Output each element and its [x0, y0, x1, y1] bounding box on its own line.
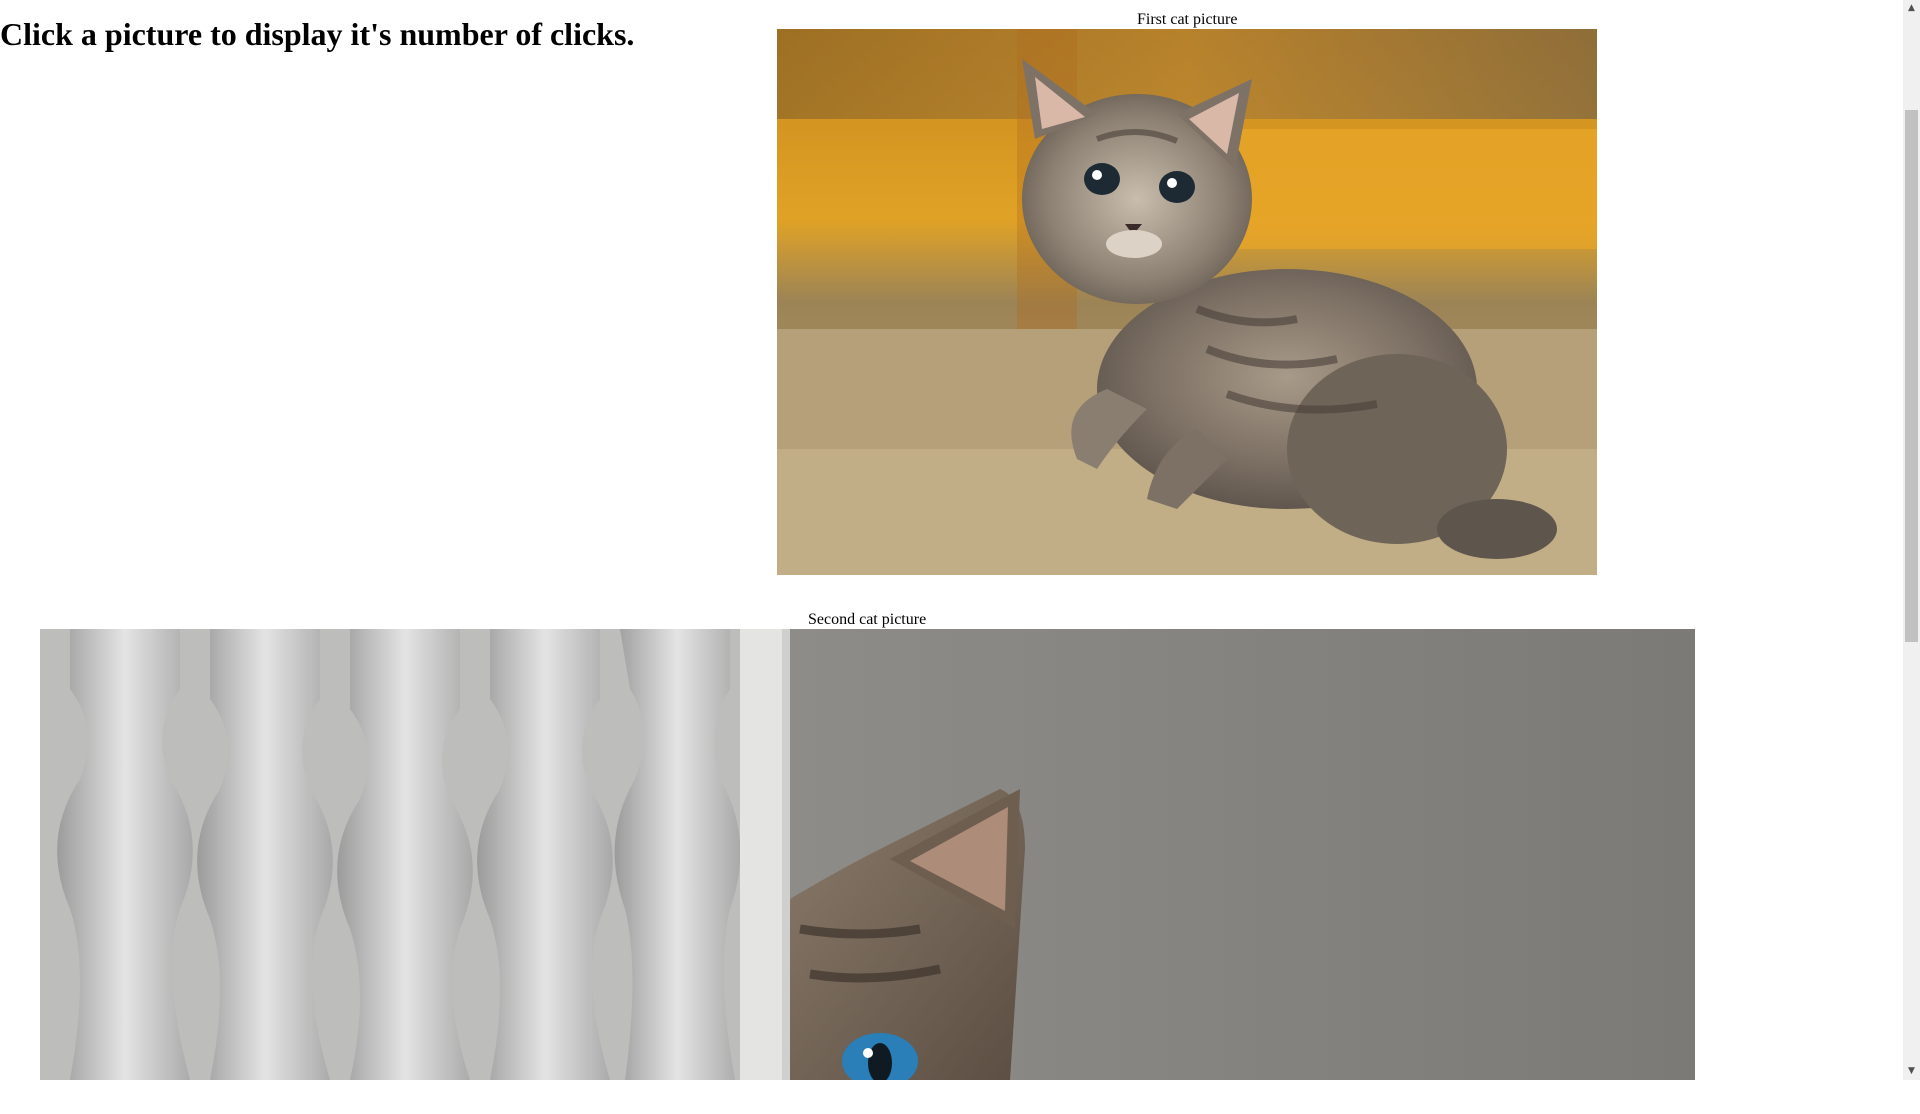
page: Click a picture to display it's number o…: [0, 0, 1920, 1114]
kitten-image: [777, 29, 1597, 575]
second-picture-caption: Second cat picture: [808, 611, 927, 628]
scrollbar-thumb[interactable]: [1905, 110, 1918, 642]
first-cat-picture[interactable]: [777, 29, 1597, 575]
page-heading: Click a picture to display it's number o…: [0, 16, 635, 52]
scroll-down-icon[interactable]: ▼: [1903, 1063, 1920, 1080]
first-picture-caption: First cat picture: [1137, 11, 1238, 28]
scroll-up-icon[interactable]: ▲: [1903, 0, 1920, 17]
peeking-cat-image: [40, 629, 1695, 1080]
vertical-scrollbar[interactable]: ▲ ▼: [1903, 0, 1920, 1080]
second-cat-picture[interactable]: [40, 629, 1695, 1080]
banister: [57, 629, 741, 1080]
